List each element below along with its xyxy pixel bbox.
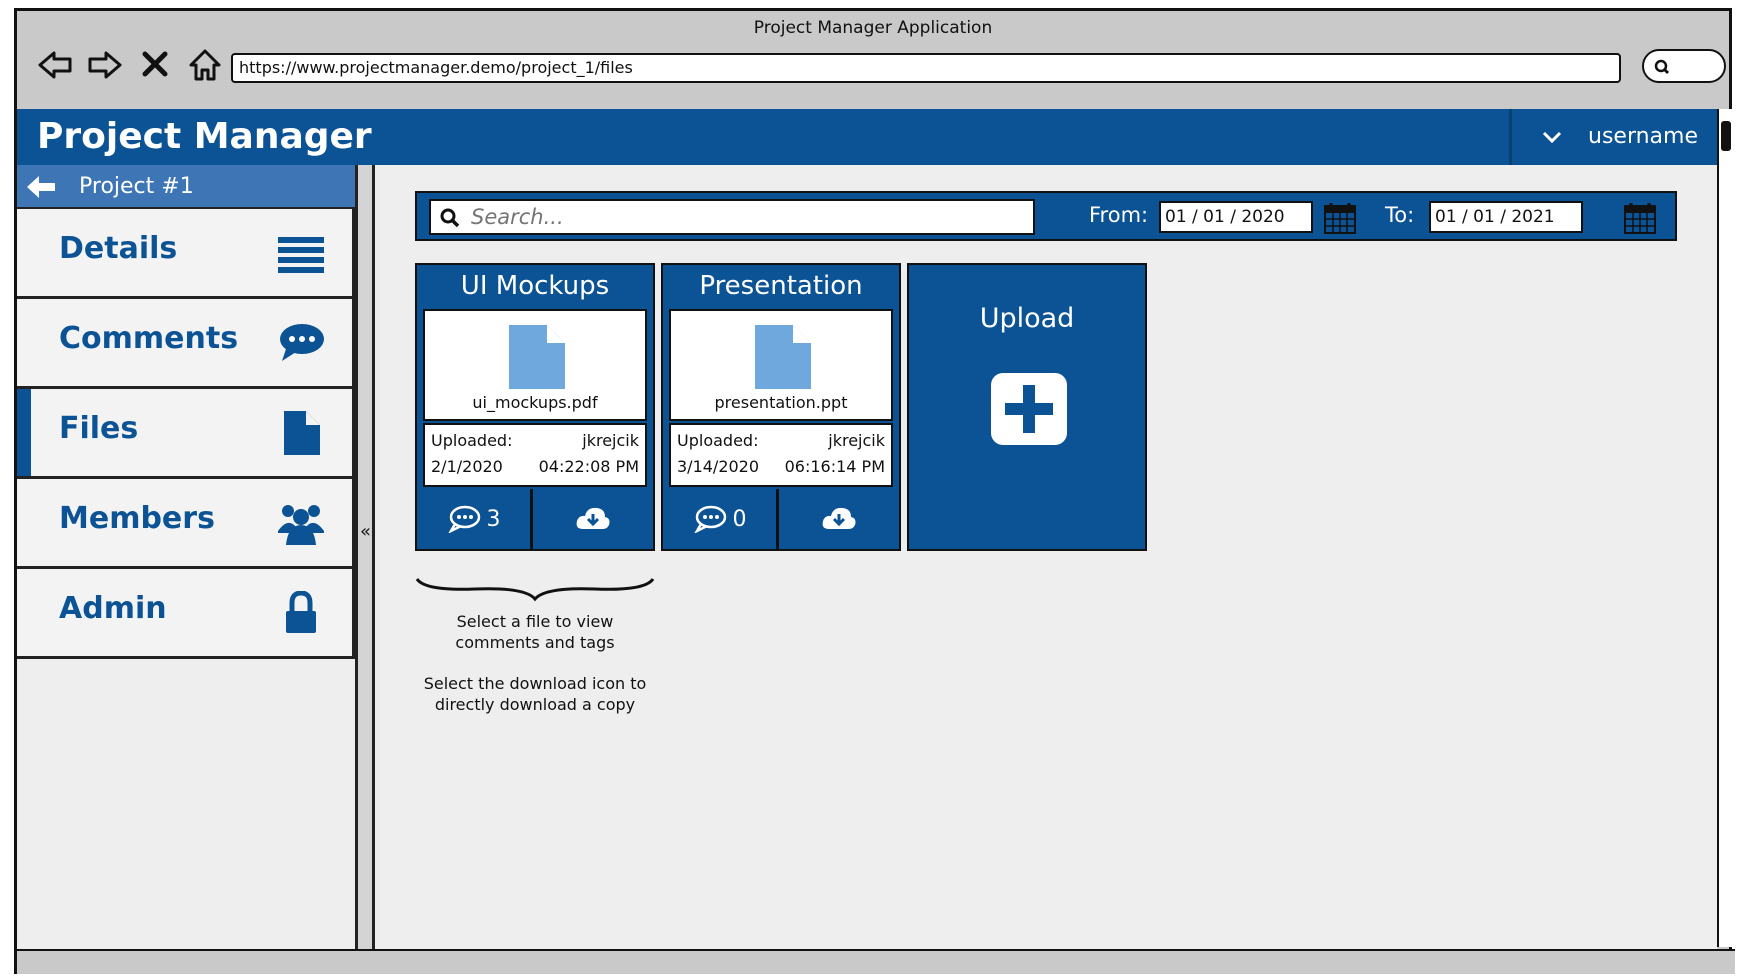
file-icon (284, 411, 320, 455)
file-name: presentation.ppt (714, 393, 848, 412)
search-icon (1654, 59, 1670, 75)
file-card[interactable]: Presentation presentation.ppt Uploaded: j… (661, 263, 901, 551)
window-title: Project Manager Application (753, 18, 993, 38)
sidebar-item-label: Admin (59, 591, 167, 626)
file-actions: 3 (417, 489, 653, 549)
upload-time: 04:22:08 PM (538, 457, 639, 476)
arrow-left-icon (27, 176, 55, 198)
uploaded-label: Uploaded: (677, 431, 759, 450)
file-meta: Uploaded: jkrejcik 2/1/2020 04:22:08 PM (423, 423, 647, 487)
address-bar[interactable]: https://www.projectmanager.demo/project_… (231, 53, 1621, 83)
cloud-download-icon (822, 507, 856, 529)
search-input[interactable] (469, 203, 1009, 231)
comment-count: 0 (732, 506, 747, 532)
username-label: username (1588, 124, 1698, 149)
sidebar-item-admin[interactable]: Admin (17, 569, 355, 659)
browser-nav (37, 45, 223, 85)
sidebar-item-comments[interactable]: Comments (17, 299, 355, 389)
forward-icon[interactable] (87, 45, 123, 85)
app-header: Project Manager username (17, 109, 1717, 165)
upload-label: Upload (979, 303, 1075, 334)
file-title: Presentation (699, 271, 863, 301)
file-name: ui_mockups.pdf (472, 393, 598, 412)
comments-button[interactable]: 3 (417, 489, 533, 549)
filter-bar: From: 01 / 01 / 2020 To: 01 / 01 / 2021 (415, 191, 1677, 241)
annotation-note: Select a file to view comments and tags … (415, 611, 655, 735)
files-content: From: 01 / 01 / 2020 To: 01 / 01 / 2021 (375, 165, 1717, 949)
calendar-icon[interactable] (1323, 201, 1357, 235)
download-button[interactable] (779, 489, 899, 549)
download-button[interactable] (533, 489, 653, 549)
sidebar-splitter[interactable]: « (355, 165, 375, 949)
comment-icon (447, 505, 480, 533)
search-box[interactable] (429, 199, 1035, 235)
home-icon[interactable] (187, 45, 223, 85)
from-date-field[interactable]: 01 / 01 / 2020 (1159, 201, 1313, 233)
comment-count: 3 (486, 506, 501, 532)
file-icon (509, 325, 565, 389)
uploader-name: jkrejcik (828, 431, 885, 450)
annotation-line: Select a file to view comments and tags (455, 612, 615, 652)
upload-card[interactable]: Upload (907, 263, 1147, 551)
sidebar-item-label: Members (59, 501, 215, 536)
to-label: To: (1385, 203, 1415, 227)
project-label: Project #1 (79, 174, 194, 199)
users-icon (278, 505, 324, 545)
sidebar-item-label: Comments (59, 321, 239, 356)
plus-icon (991, 373, 1067, 445)
back-icon[interactable] (37, 45, 73, 85)
sidebar: Project #1 Details Comments Files Member… (17, 165, 355, 949)
uploader-name: jkrejcik (582, 431, 639, 450)
sidebar-item-label: Files (59, 411, 139, 446)
scroll-thumb[interactable] (1721, 121, 1731, 151)
upload-date: 3/14/2020 (677, 457, 760, 476)
user-menu[interactable]: username (1509, 109, 1717, 165)
sidebar-item-members[interactable]: Members (17, 479, 355, 569)
comments-button[interactable]: 0 (663, 489, 779, 549)
search-icon (440, 208, 460, 228)
upload-date: 2/1/2020 (431, 457, 503, 476)
calendar-icon[interactable] (1623, 201, 1657, 235)
file-title: UI Mockups (460, 271, 610, 301)
file-card[interactable]: UI Mockups ui_mockups.pdf Uploaded: jkrej… (415, 263, 655, 551)
app-title: Project Manager (37, 116, 372, 157)
uploaded-label: Uploaded: (431, 431, 513, 450)
file-icon (755, 325, 811, 389)
annotation-line: Select the download icon to directly dow… (423, 674, 647, 714)
browser-search-field[interactable] (1642, 49, 1726, 83)
to-date-field[interactable]: 01 / 01 / 2021 (1429, 201, 1583, 233)
project-back-bar[interactable]: Project #1 (17, 165, 355, 209)
collapse-sidebar-icon[interactable]: « (360, 521, 371, 542)
upload-time: 06:16:14 PM (784, 457, 885, 476)
chevron-down-icon (1542, 131, 1562, 144)
vertical-scrollbar[interactable] (1717, 109, 1735, 947)
app-frame: Project Manager username Project #1 Deta… (17, 109, 1717, 949)
cloud-download-icon (576, 507, 610, 529)
comments-icon (280, 324, 324, 361)
from-label: From: (1089, 203, 1149, 227)
annotation-brace (415, 577, 655, 602)
active-indicator (17, 389, 31, 476)
status-bar (17, 949, 1735, 974)
sidebar-item-files[interactable]: Files (17, 389, 355, 479)
file-preview[interactable]: ui_mockups.pdf (423, 309, 647, 421)
sidebar-item-details[interactable]: Details (17, 209, 355, 299)
sidebar-item-label: Details (59, 231, 178, 266)
browser-window: Project Manager Application https://www.… (14, 8, 1735, 974)
list-icon (278, 237, 324, 273)
file-meta: Uploaded: jkrejcik 3/14/2020 06:16:14 PM (669, 423, 893, 487)
comment-icon (693, 505, 726, 533)
file-preview[interactable]: presentation.ppt (669, 309, 893, 421)
file-actions: 0 (663, 489, 899, 549)
lock-icon (286, 591, 316, 633)
stop-icon[interactable] (137, 45, 173, 85)
